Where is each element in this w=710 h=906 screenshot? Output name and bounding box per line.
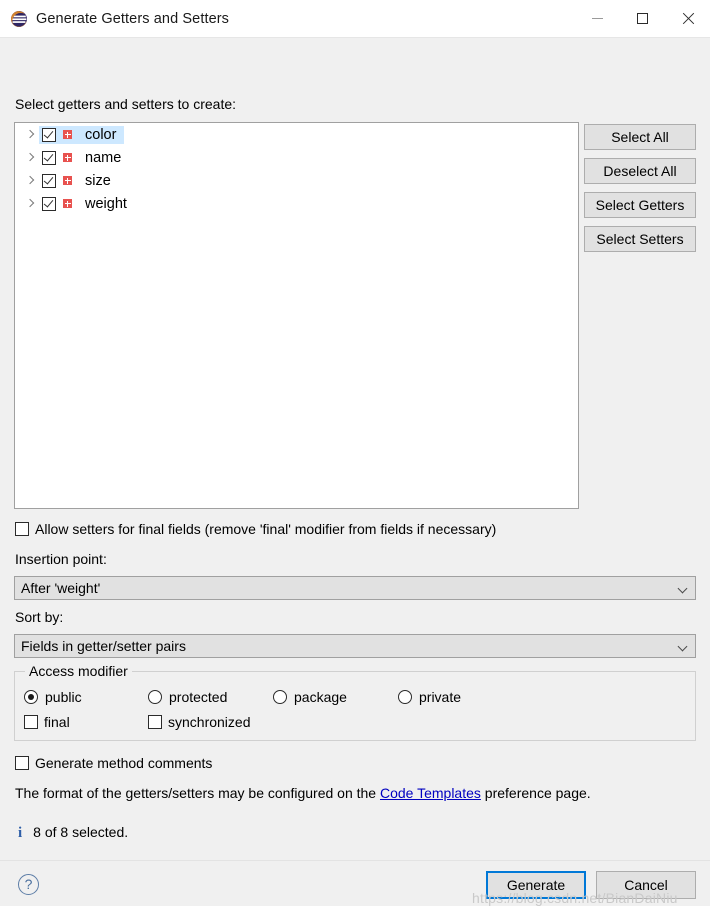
allow-final-setters-label: Allow setters for final fields (remove '… (35, 521, 497, 537)
generate-button[interactable]: Generate (486, 871, 586, 899)
radio-label: protected (169, 689, 228, 705)
radio-circle[interactable] (273, 690, 287, 704)
table-row[interactable]: weight (15, 192, 578, 215)
insertion-point-value: After 'weight' (21, 580, 101, 596)
fields-tree[interactable]: color name size weight (14, 122, 579, 509)
private-field-icon (63, 199, 72, 208)
window-title: Generate Getters and Setters (36, 10, 230, 27)
footer-divider (0, 860, 710, 861)
field-checkbox[interactable] (42, 127, 56, 142)
field-checkbox[interactable] (42, 196, 56, 211)
status-text: 8 of 8 selected. (33, 824, 129, 840)
radio-protected[interactable]: protected (148, 689, 227, 705)
chevron-right-icon[interactable] (23, 196, 39, 212)
sort-by-select[interactable]: Fields in getter/setter pairs (14, 634, 696, 658)
radio-label: public (45, 689, 82, 705)
sort-by-value: Fields in getter/setter pairs (21, 638, 186, 654)
private-field-icon (63, 176, 72, 185)
select-all-button[interactable]: Select All (584, 124, 696, 150)
chevron-right-icon[interactable] (23, 173, 39, 189)
checkbox-final[interactable]: final (24, 714, 70, 730)
table-row[interactable]: size (15, 169, 578, 192)
allow-final-setters-checkbox[interactable]: Allow setters for final fields (remove '… (15, 521, 496, 537)
minimize-button[interactable] (575, 0, 620, 37)
radio-circle[interactable] (398, 690, 412, 704)
sort-by-label: Sort by: (15, 609, 64, 625)
checkbox-square[interactable] (15, 756, 29, 770)
table-row[interactable]: name (15, 146, 578, 169)
chevron-right-icon[interactable] (23, 150, 39, 166)
insertion-point-select[interactable]: After 'weight' (14, 576, 696, 600)
table-row[interactable]: color (15, 123, 578, 146)
footer-buttons: Generate Cancel (486, 871, 696, 899)
field-checkbox[interactable] (42, 173, 56, 188)
eclipse-logo-icon (10, 10, 28, 28)
checkbox-square[interactable] (24, 715, 38, 729)
checkbox-label: synchronized (168, 714, 251, 730)
select-setters-button[interactable]: Select Setters (584, 226, 696, 252)
help-icon[interactable]: ? (18, 874, 39, 895)
close-icon (681, 12, 694, 25)
radio-label: package (294, 689, 347, 705)
insertion-point-label: Insertion point: (15, 551, 107, 567)
field-checkbox[interactable] (42, 150, 56, 165)
deselect-all-button[interactable]: Deselect All (584, 158, 696, 184)
field-name: name (85, 149, 122, 166)
checkbox-square[interactable] (148, 715, 162, 729)
chevron-right-icon[interactable] (23, 127, 39, 143)
dialog-body: Select getters and setters to create: co… (0, 38, 710, 906)
maximize-button[interactable] (620, 0, 665, 37)
radio-package[interactable]: package (273, 689, 347, 705)
chevron-down-icon[interactable] (671, 635, 695, 657)
title-bar: Generate Getters and Setters (0, 0, 710, 38)
minimize-icon (592, 18, 603, 19)
tree-actions: Select All Deselect All Select Getters S… (584, 124, 696, 260)
status-row: i 8 of 8 selected. (18, 824, 128, 842)
radio-circle[interactable] (24, 690, 38, 704)
generate-comments-label: Generate method comments (35, 755, 213, 771)
radio-private[interactable]: private (398, 689, 461, 705)
maximize-icon (637, 13, 648, 24)
checkbox-square[interactable] (15, 522, 29, 536)
radio-circle[interactable] (148, 690, 162, 704)
chevron-down-icon[interactable] (671, 577, 695, 599)
format-note: The format of the getters/setters may be… (15, 785, 591, 801)
field-name: weight (85, 195, 127, 212)
checkbox-synchronized[interactable]: synchronized (148, 714, 251, 730)
access-modifier-group: Access modifier public protected package… (14, 663, 696, 741)
info-icon: i (18, 825, 23, 841)
code-templates-link[interactable]: Code Templates (380, 785, 481, 801)
cancel-button[interactable]: Cancel (596, 871, 696, 899)
select-getters-button[interactable]: Select Getters (584, 192, 696, 218)
radio-label: private (419, 689, 462, 705)
access-modifier-title: Access modifier (25, 663, 132, 679)
format-note-prefix: The format of the getters/setters may be… (15, 785, 380, 801)
radio-public[interactable]: public (24, 689, 82, 705)
private-field-icon (63, 153, 72, 162)
generate-comments-checkbox[interactable]: Generate method comments (15, 755, 212, 771)
window-controls (575, 0, 710, 37)
format-note-suffix: preference page. (480, 785, 591, 801)
close-button[interactable] (665, 0, 710, 37)
field-name: color (85, 126, 117, 143)
private-field-icon (63, 130, 72, 139)
tree-label: Select getters and setters to create: (15, 96, 237, 112)
field-name: size (85, 172, 111, 189)
checkbox-label: final (44, 714, 70, 730)
